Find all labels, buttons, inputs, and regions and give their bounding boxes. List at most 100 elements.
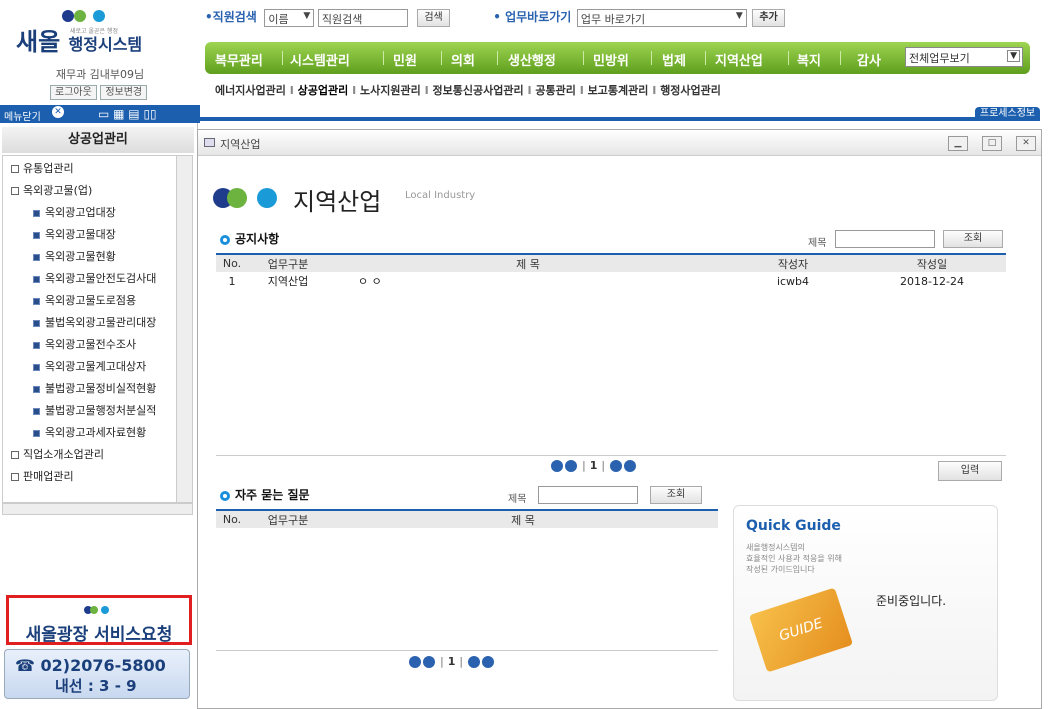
doc-icon <box>33 275 40 283</box>
quick-guide-title: Quick Guide <box>746 518 841 534</box>
tree-item[interactable]: 직업소개소업관리 <box>11 446 104 466</box>
tree-item[interactable]: 불법광고물정비실적현황 <box>33 380 156 400</box>
sidebar-horizontal-scrollbar[interactable] <box>2 503 193 515</box>
guide-book-icon: GUIDE <box>748 587 854 673</box>
window-title: 지역산업 <box>220 138 261 151</box>
subnav-item-labor[interactable]: 노사지원관리 <box>360 84 421 97</box>
nav-item-system[interactable]: 시스템관리 <box>290 50 350 69</box>
faq-search-input[interactable] <box>538 486 638 504</box>
column-header: No. <box>216 509 248 528</box>
subnav-item-common[interactable]: 공통관리 <box>535 84 575 97</box>
tree-item[interactable]: 옥외광고과세자료현황 <box>33 424 146 444</box>
doc-icon <box>33 407 40 415</box>
doc-icon <box>33 231 40 239</box>
nav-item-civil[interactable]: 민원 <box>393 50 417 69</box>
tree-item[interactable]: 불법옥외광고물관리대장 <box>33 314 156 334</box>
nav-item-production[interactable]: 생산행정 <box>508 50 556 69</box>
column-header: 작성일 <box>858 253 1006 272</box>
subnav-item-admin[interactable]: 행정사업관리 <box>660 84 721 97</box>
notice-search-button[interactable]: 조회 <box>943 230 1003 248</box>
tree-item[interactable]: 판매업관리 <box>11 468 74 488</box>
header-divider <box>200 117 1040 121</box>
last-page-icon[interactable] <box>624 460 637 472</box>
first-page-icon[interactable] <box>551 460 563 472</box>
prev-page-icon[interactable] <box>423 656 435 668</box>
table-row[interactable]: 1 지역산업 ㅇ ㅇ icwb4 2018-12-24 <box>216 272 1006 290</box>
bullet-icon <box>220 490 230 501</box>
bullet-icon <box>220 234 230 245</box>
change-info-button[interactable]: 정보변경 <box>100 85 148 100</box>
nav-item-welfare[interactable]: 복지 <box>797 50 821 69</box>
minimize-button[interactable]: ▁ <box>948 136 968 151</box>
layout-toggle-icon[interactable]: ▭ ▦ ▤ ▯▯ <box>98 107 157 121</box>
subnav-item-ict[interactable]: 정보통신공사업관리 <box>433 84 524 97</box>
service-request-label: 새올광장 서비스요청 <box>25 625 173 645</box>
cell-no: 1 <box>228 274 236 288</box>
process-info-button[interactable]: 프로세스정보 <box>975 107 1040 121</box>
expand-icon[interactable] <box>11 451 19 459</box>
expand-icon[interactable] <box>11 473 19 481</box>
tree-item[interactable]: 옥외광고물(업) <box>11 182 92 202</box>
next-page-icon[interactable] <box>610 460 623 472</box>
collapse-icon[interactable] <box>11 187 19 195</box>
tree-item[interactable]: 옥외광고물전수조사 <box>33 336 136 356</box>
table-header-row: No. 업무구분 제 목 <box>216 509 718 528</box>
tree-item[interactable]: 유통업관리 <box>11 160 74 180</box>
nav-item-civil-defense[interactable]: 민방위 <box>593 50 629 69</box>
subnav-item-commerce[interactable]: 상공업관리 <box>298 84 349 97</box>
tree-item[interactable]: 옥외광고물안전도검사대 <box>33 270 156 290</box>
column-header: 제 목 <box>328 253 728 272</box>
current-page[interactable]: 1 <box>448 655 456 668</box>
cell-date: 2018-12-24 <box>900 274 964 288</box>
current-page[interactable]: 1 <box>590 459 598 472</box>
expand-icon[interactable] <box>11 165 19 173</box>
nav-item-council[interactable]: 의회 <box>451 50 475 69</box>
tree-item[interactable]: 옥외광고업대장 <box>33 204 116 224</box>
helpdesk-phone: ☎ 02)2076-5800 내선 : 3 - 9 <box>4 649 190 699</box>
cell-subject[interactable]: ㅇ ㅇ <box>328 272 728 290</box>
logout-button[interactable]: 로그아웃 <box>50 85 97 100</box>
quick-guide-desc: 새올행정시스템의 효율적인 사용과 적응을 위해 작성된 가이드입니다 <box>746 543 842 574</box>
nav-item-audit[interactable]: 감사 <box>857 50 881 69</box>
last-page-icon[interactable] <box>482 656 495 668</box>
close-button[interactable]: ✕ <box>1016 136 1036 151</box>
quick-task-add-button[interactable]: 추가 <box>752 9 785 27</box>
maximize-button[interactable]: □ <box>982 136 1002 151</box>
close-icon[interactable]: ✕ <box>52 106 64 118</box>
notice-search-input[interactable] <box>835 230 935 248</box>
notice-input-button[interactable]: 입력 <box>938 461 1002 481</box>
notice-pager: | 1 | <box>550 459 637 472</box>
subnav-item-energy[interactable]: 에너지사업관리 <box>215 84 286 97</box>
employee-search-input[interactable]: 직원검색 <box>317 9 408 27</box>
sidebar-vertical-scrollbar[interactable] <box>176 155 193 503</box>
employee-search-label: •직원검색 <box>205 10 257 24</box>
first-page-icon[interactable] <box>409 656 421 668</box>
next-page-icon[interactable] <box>468 656 481 668</box>
user-name: 재무과 김내부09님 <box>55 68 145 81</box>
tree-item[interactable]: 불법광고물행정처분실적 <box>33 402 156 422</box>
employee-search-type-select[interactable]: 이름 ▼ <box>264 9 315 27</box>
tree-item[interactable]: 옥외광고물도로점용 <box>33 292 136 312</box>
employee-search-button[interactable]: 검색 <box>417 9 450 27</box>
nav-item-local-industry[interactable]: 지역산업 <box>715 50 763 69</box>
nav-item-legislation[interactable]: 법제 <box>662 50 686 69</box>
nav-item-service[interactable]: 복무관리 <box>215 50 263 69</box>
tree-item[interactable]: 옥외광고물계고대상자 <box>33 358 146 378</box>
faq-table: No. 업무구분 제 목 <box>216 509 718 528</box>
all-tasks-select[interactable]: 전체업무보기 ▼ <box>905 47 1023 67</box>
sidebar-tree: 유통업관리 옥외광고물(업) 옥외광고업대장 옥외광고물대장 옥외광고물현황 옥… <box>2 155 177 503</box>
faq-search-button[interactable]: 조회 <box>650 486 702 504</box>
sidebar-title: 상공업관리 <box>2 127 194 153</box>
column-header: 업무구분 <box>248 509 328 528</box>
subnav-item-report[interactable]: 보고통계관리 <box>588 84 649 97</box>
logo-area: 새로고 올곧은 행정 새올 행정시스템 재무과 김내부09님 로그아웃 정보변경 <box>0 0 200 120</box>
tree-item[interactable]: 옥외광고물현황 <box>33 248 116 268</box>
doc-icon <box>33 429 40 437</box>
menu-close-button[interactable]: 메뉴닫기 <box>4 108 41 123</box>
quick-task-select[interactable]: 업무 바로가기 ▼ <box>576 9 747 27</box>
tree-item[interactable]: 옥외광고물대장 <box>33 226 116 246</box>
sidebar: 상공업관리 유통업관리 옥외광고물(업) 옥외광고업대장 옥외광고물대장 옥외광… <box>0 123 198 708</box>
service-request-button[interactable]: 새올광장 서비스요청 <box>6 595 192 645</box>
prev-page-icon[interactable] <box>565 460 577 472</box>
faq-section-title: 자주 묻는 질문 <box>220 486 310 503</box>
